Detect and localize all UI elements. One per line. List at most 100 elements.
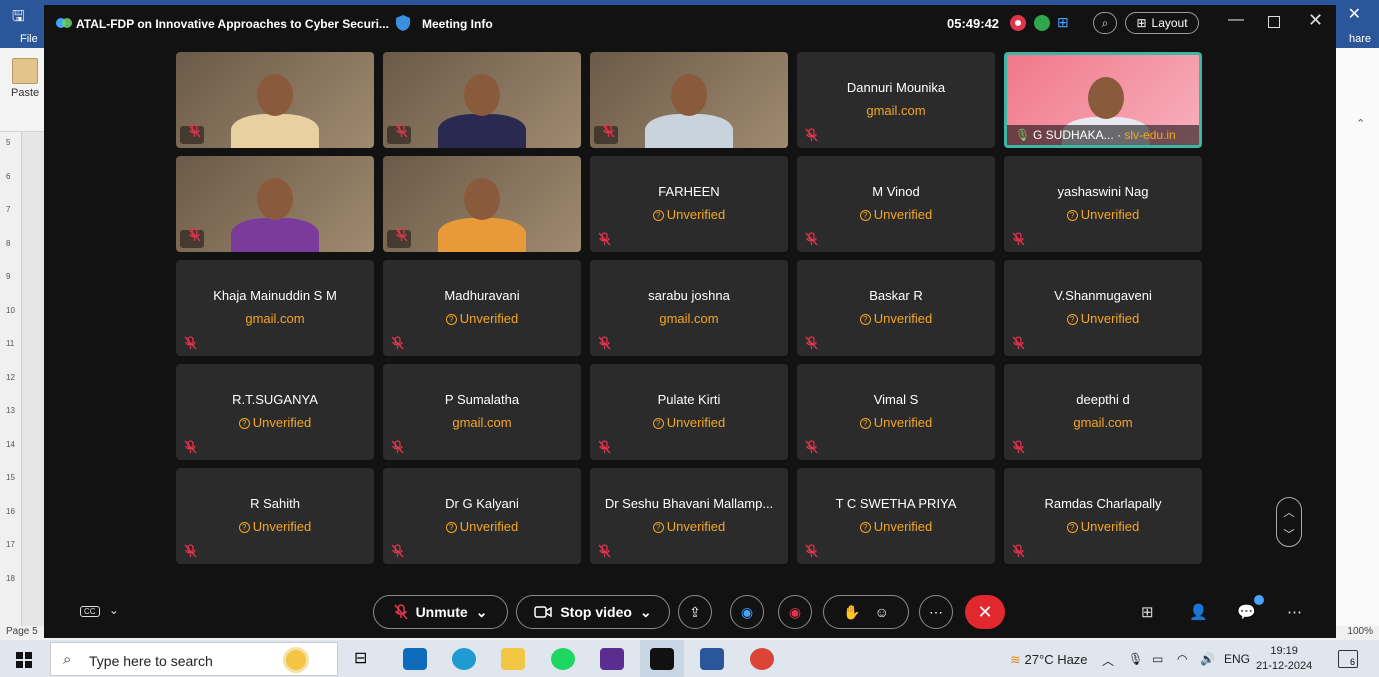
hi-app-icon[interactable]: [600, 648, 624, 670]
chrome-icon[interactable]: [750, 648, 774, 670]
warning-icon: ?: [859, 522, 871, 533]
wifi-icon[interactable]: ◠: [1177, 652, 1187, 666]
chat-icon[interactable]: 💬: [1237, 603, 1256, 621]
show-hidden-icons-icon[interactable]: ︿: [1102, 652, 1114, 669]
outlook-icon[interactable]: [403, 648, 427, 670]
minimize-icon[interactable]: —: [1228, 11, 1244, 29]
windows-start-icon[interactable]: [16, 652, 32, 668]
participant-tile[interactable]: P Sumalatha gmail.com: [383, 364, 581, 460]
reactions-button[interactable]: ✋ ☺: [823, 595, 909, 629]
unverified-label: Unverified: [873, 415, 933, 430]
participant-tile[interactable]: R.T.SUGANYA? Unverified: [176, 364, 374, 460]
word-icon[interactable]: [700, 648, 724, 670]
maximize-icon[interactable]: [1268, 16, 1280, 28]
mic-on-icon: 🎙: [1015, 128, 1031, 142]
more-options-button[interactable]: ⋯: [919, 595, 953, 629]
closed-caption-button[interactable]: CC ⌄: [80, 603, 119, 617]
unverified-status: ? Unverified: [1004, 207, 1202, 222]
share-tray-icon[interactable]: ⊞: [1057, 14, 1073, 30]
participant-tile[interactable]: FARHEEN? Unverified: [590, 156, 788, 252]
chat-notification-badge: [1254, 595, 1264, 605]
participant-tile[interactable]: Khaja Mainuddin S M gmail.com: [176, 260, 374, 356]
reaction-icon[interactable]: ☺: [875, 604, 889, 620]
webex-logo-icon: [56, 18, 72, 28]
unmute-button[interactable]: Unmute ⌄: [373, 595, 508, 629]
taskbar-search[interactable]: ⌕ Type here to search: [50, 642, 338, 676]
ruler-number: 8: [6, 238, 11, 248]
video-tile[interactable]: [383, 52, 581, 148]
close-icon[interactable]: ✕: [1348, 4, 1361, 24]
participant-name: Madhuravani: [444, 288, 520, 303]
apps-button[interactable]: ◉: [730, 595, 764, 629]
edge-icon[interactable]: [452, 648, 476, 670]
meeting-timer: 05:49:42: [947, 16, 1000, 31]
scroll-down-icon[interactable]: ﹀: [1277, 526, 1301, 542]
participant-tile[interactable]: V.Shanmugaveni? Unverified: [1004, 260, 1202, 356]
spotify-icon[interactable]: [551, 648, 575, 670]
participant-tile[interactable]: Baskar R? Unverified: [797, 260, 995, 356]
file-tab[interactable]: File: [20, 33, 38, 45]
participant-tile[interactable]: deepthi d gmail.com: [1004, 364, 1202, 460]
video-tile[interactable]: [176, 156, 374, 252]
video-tile[interactable]: [383, 156, 581, 252]
participants-add-icon[interactable]: ⊞: [1141, 603, 1154, 621]
participant-tile[interactable]: Ramdas Charlapally? Unverified: [1004, 468, 1202, 564]
participant-video-head: [671, 74, 707, 116]
grid-scroll-control[interactable]: ︿ ﹀: [1276, 497, 1302, 547]
battery-icon[interactable]: ▭: [1152, 652, 1163, 666]
clock[interactable]: 19:19 21-12-2024: [1256, 644, 1312, 674]
save-icon[interactable]: 🖫: [12, 6, 25, 31]
participant-tile[interactable]: Dannuri Mounika gmail.com: [797, 52, 995, 148]
share-screen-icon: ⇪: [689, 603, 701, 620]
video-tile[interactable]: [590, 52, 788, 148]
participant-tile[interactable]: Madhuravani? Unverified: [383, 260, 581, 356]
leave-meeting-button[interactable]: ✕: [965, 595, 1005, 629]
unverified-label: Unverified: [666, 415, 726, 430]
participant-domain: gmail.com: [1073, 415, 1133, 430]
participant-video-head: [257, 178, 293, 220]
webex-icon[interactable]: [650, 648, 674, 670]
video-tile[interactable]: [176, 52, 374, 148]
close-icon: ✕: [977, 601, 993, 622]
volume-icon[interactable]: 🔊: [1200, 652, 1215, 666]
scroll-up-icon[interactable]: ︿: [1277, 504, 1301, 520]
language-indicator[interactable]: ENG: [1224, 652, 1250, 666]
zoom-level[interactable]: 100%: [1347, 626, 1373, 637]
share-content-button[interactable]: ⇪: [678, 595, 712, 629]
participant-tile[interactable]: R Sahith? Unverified: [176, 468, 374, 564]
participant-tile[interactable]: Dr Seshu Bhavani Mallamp...? Unverified: [590, 468, 788, 564]
participant-tile[interactable]: sarabu joshna gmail.com: [590, 260, 788, 356]
page-indicator[interactable]: Page 5: [6, 626, 38, 637]
paste-button[interactable]: Paste: [11, 87, 39, 99]
taskbar: ⌕ Type here to search ⊟ ≋ 27°C Haze ︿ 🎙 …: [0, 640, 1379, 677]
participant-tile[interactable]: Dr G Kalyani? Unverified: [383, 468, 581, 564]
participant-tile[interactable]: T C SWETHA PRIYA? Unverified: [797, 468, 995, 564]
stop-video-button[interactable]: Stop video ⌄: [516, 595, 670, 629]
collapse-ribbon-icon[interactable]: ⌃: [1356, 117, 1365, 130]
participants-icon[interactable]: 👤: [1189, 603, 1208, 621]
recording-icon[interactable]: [1010, 15, 1026, 31]
notification-center-icon[interactable]: 6: [1338, 650, 1358, 668]
record-button[interactable]: ◉: [778, 595, 812, 629]
microphone-icon[interactable]: 🎙: [1128, 652, 1143, 666]
weather-widget[interactable]: ≋ 27°C Haze: [1010, 652, 1088, 668]
participant-tile[interactable]: Pulate Kirti? Unverified: [590, 364, 788, 460]
more-panels-icon[interactable]: ⋯: [1287, 603, 1302, 621]
participant-tile[interactable]: M Vinod? Unverified: [797, 156, 995, 252]
participant-name: Dr G Kalyani: [445, 496, 519, 511]
zoom-icon[interactable]: ⌕: [1093, 12, 1117, 34]
raise-hand-icon[interactable]: ✋: [843, 604, 860, 621]
shield-icon[interactable]: [395, 14, 411, 32]
task-view-icon[interactable]: ⊟: [354, 648, 378, 670]
video-tile[interactable]: G SUDHAKA... · slv-edu.in 🎙: [1004, 52, 1202, 148]
file-explorer-icon[interactable]: [501, 648, 525, 670]
layout-button[interactable]: ⊞ Layout: [1125, 12, 1199, 34]
participant-tile[interactable]: Vimal S? Unverified: [797, 364, 995, 460]
active-speaker-label: G SUDHAKA...: [1033, 128, 1114, 142]
network-stats-icon[interactable]: [1034, 15, 1050, 31]
meeting-info-button[interactable]: Meeting Info: [422, 17, 493, 31]
close-window-icon[interactable]: ✕: [1308, 10, 1323, 31]
share-button[interactable]: hare: [1349, 33, 1371, 45]
paste-icon[interactable]: [12, 58, 38, 84]
participant-tile[interactable]: yashaswini Nag? Unverified: [1004, 156, 1202, 252]
